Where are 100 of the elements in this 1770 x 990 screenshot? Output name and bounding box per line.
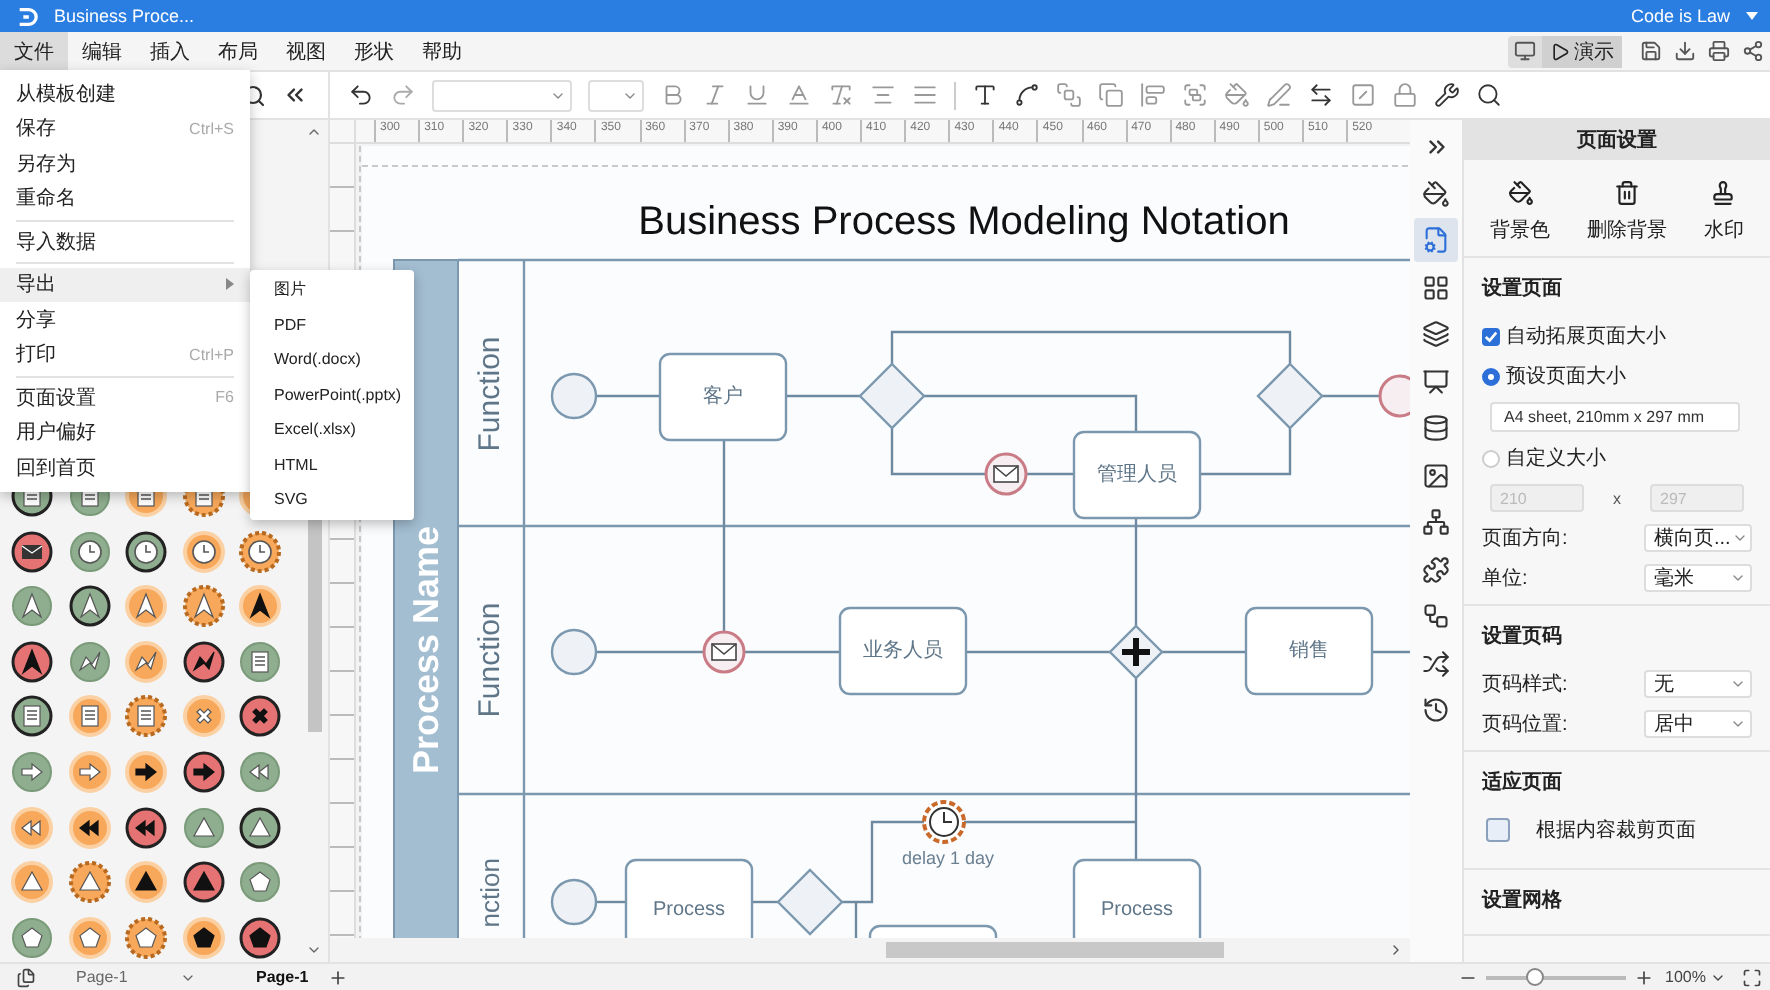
underline-icon[interactable] [744, 82, 770, 108]
lock-icon[interactable] [1392, 82, 1418, 108]
font-color-icon[interactable] [786, 82, 812, 108]
collapse-icon[interactable] [282, 82, 308, 108]
menu-item[interactable]: SVG [250, 482, 414, 517]
scroll-right-icon[interactable] [1388, 942, 1404, 958]
scroll-up-icon[interactable] [306, 124, 322, 140]
panel-title: 页面设置 [1464, 120, 1770, 160]
menu-item[interactable]: 从模板创建 [0, 76, 250, 111]
envelope-icon[interactable] [10, 529, 54, 574]
arrowhead-icon[interactable] [10, 584, 54, 629]
menu-item[interactable]: 保存 Ctrl+S [0, 111, 250, 146]
add-page-icon[interactable] [328, 967, 349, 987]
lane-label: Function [473, 602, 507, 718]
group-icon[interactable] [1182, 82, 1208, 108]
clock-icon[interactable] [124, 529, 168, 574]
orientation-select[interactable]: 横向页... [1644, 524, 1752, 552]
fill-icon[interactable] [1224, 82, 1250, 108]
menu-item[interactable]: 打印 Ctrl+P [0, 337, 250, 372]
menu-item[interactable]: 图片 [250, 272, 414, 307]
menu-item[interactable]: 帮助 [408, 31, 476, 71]
cross-icon[interactable] [238, 694, 282, 739]
page-settings-icon[interactable] [1414, 218, 1458, 262]
text-box-icon[interactable] [972, 82, 998, 108]
watermark-button[interactable]: 水印 [1703, 180, 1744, 244]
task-label: Process [652, 899, 726, 921]
menu-item[interactable]: 导出 [0, 267, 250, 302]
scrollbar-thumb[interactable] [307, 516, 321, 732]
italic-icon[interactable] [702, 82, 728, 108]
line-style-icon[interactable] [1308, 82, 1334, 108]
page-tab[interactable]: Page-1 [256, 968, 309, 986]
task-node [1244, 606, 1374, 696]
zoom-in-icon[interactable] [1633, 967, 1654, 987]
undo-icon[interactable] [348, 82, 374, 108]
menu-item[interactable]: Excel(.xlsx) [250, 412, 414, 447]
menu-item[interactable]: Word(.docx) [250, 342, 414, 377]
task-label: 客户 [703, 386, 743, 408]
chevron-down-icon [1730, 676, 1746, 692]
no-fill-icon[interactable] [1350, 82, 1376, 108]
connector-line [750, 900, 778, 904]
radio-button[interactable] [1482, 367, 1500, 385]
checkbox[interactable] [1482, 327, 1500, 345]
slider-thumb[interactable] [1526, 967, 1545, 985]
align-icon[interactable] [1140, 82, 1166, 108]
menu-item[interactable]: 页面设置 F6 [0, 380, 250, 415]
checkbox[interactable] [1486, 818, 1510, 842]
page-size-field[interactable]: A4 sheet, 210mm x 297 mm [1490, 402, 1740, 432]
connector-icon[interactable] [1014, 82, 1040, 108]
bold-icon[interactable] [660, 82, 686, 108]
menu-item[interactable]: PowerPoint(.pptx) [250, 377, 414, 412]
clear-format-icon[interactable] [828, 82, 854, 108]
pen-icon[interactable] [1266, 82, 1292, 108]
present-button[interactable]: 演示 [1542, 35, 1622, 67]
menu-item[interactable]: 视图 [272, 31, 340, 71]
zigzag-icon[interactable] [181, 639, 225, 684]
align-center-icon[interactable] [870, 82, 896, 108]
connector-line [744, 650, 840, 654]
caret-icon[interactable] [1746, 12, 1758, 20]
scrollbar-thumb[interactable] [886, 942, 1224, 958]
page-number-style-select[interactable]: 无 [1644, 670, 1752, 698]
copy-icon[interactable] [1098, 82, 1124, 108]
menu-item[interactable]: HTML [250, 447, 414, 482]
menu-item[interactable]: 布局 [204, 31, 272, 71]
fullscreen-icon[interactable] [1742, 967, 1762, 987]
bring-front-icon[interactable] [1056, 82, 1082, 108]
document-icon[interactable] [10, 694, 54, 739]
menu-item[interactable]: 另存为 [0, 146, 250, 181]
delete-background-button[interactable]: 删除背景 [1586, 180, 1667, 244]
clock-icon[interactable] [67, 529, 111, 574]
tools-icon[interactable] [1434, 82, 1460, 108]
user-name[interactable]: Code is Law [1630, 6, 1730, 26]
page-selector[interactable]: Page-1 [76, 968, 232, 986]
arrowhead-icon[interactable] [67, 584, 111, 629]
start-event [550, 628, 598, 676]
arrowhead-icon[interactable] [10, 639, 54, 684]
menu-item[interactable]: 回到首页 [0, 450, 250, 485]
connector-line [1372, 650, 1410, 654]
rewind-icon[interactable] [124, 805, 168, 850]
search-icon[interactable] [1476, 82, 1502, 108]
menu-item[interactable]: 编辑 [68, 31, 136, 71]
task-node [1072, 430, 1202, 520]
unit-select[interactable]: 毫米 [1644, 564, 1752, 592]
background-color-button[interactable]: 背景色 [1490, 180, 1551, 244]
pages-icon[interactable] [16, 967, 36, 987]
menu-item[interactable]: 重命名 [0, 181, 250, 216]
menu-item[interactable]: 文件 [0, 31, 68, 71]
start-event [550, 878, 598, 926]
page-number-position-select[interactable]: 居中 [1644, 710, 1752, 738]
menu-item[interactable]: 形状 [340, 31, 408, 71]
scroll-down-icon[interactable] [306, 942, 322, 958]
menu-item[interactable]: 导入数据 [0, 224, 250, 259]
paint-bucket-icon [1507, 180, 1534, 206]
menu-item[interactable]: 分享 [0, 302, 250, 337]
connector-line [1322, 394, 1380, 398]
menu-item[interactable]: 用户偏好 [0, 415, 250, 450]
menu-item[interactable]: PDF [250, 307, 414, 342]
arrow-right-icon[interactable] [181, 749, 225, 794]
clock-icon[interactable] [238, 529, 282, 574]
menu-item[interactable]: 插入 [136, 31, 204, 71]
line-spacing-icon[interactable] [912, 82, 938, 108]
